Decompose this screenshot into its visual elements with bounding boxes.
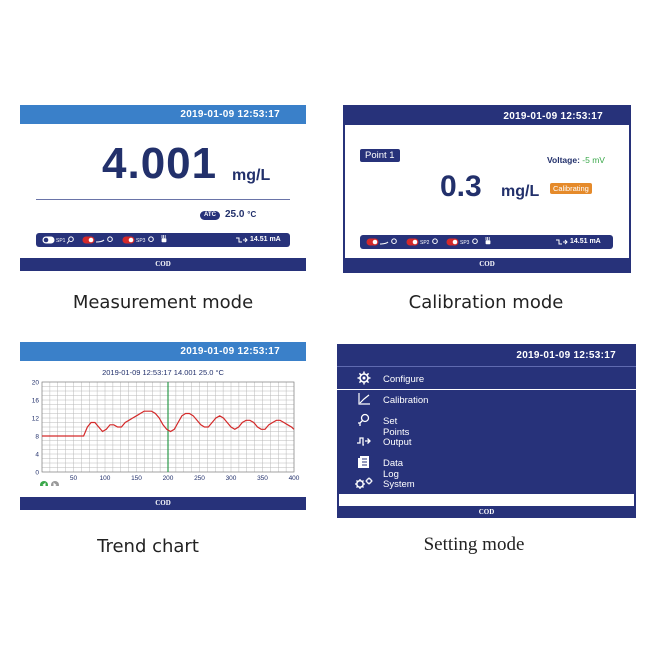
x-tick-label: 300: [226, 475, 237, 482]
datetime: 2019-01-09 12:53:17: [503, 111, 603, 122]
relay-2-icon: SP2: [406, 238, 438, 246]
current-value: 14.51 mA: [250, 236, 281, 243]
calibration-unit: mg/L: [501, 183, 540, 200]
calibration-screen: 2019-01-09 12:53:17 Point 1 Voltage: -5 …: [343, 105, 631, 273]
x-tick-label: 200: [163, 475, 174, 482]
x-tick-label: 350: [257, 475, 268, 482]
trend-screen: 2019-01-09 12:53:17 2019-01-09 12:53:17 …: [20, 342, 306, 510]
menu-label: Output: [383, 437, 412, 448]
trend-chart: 0 4 8 12 16 20 50 100 150 200 250 300 350 400: [32, 380, 300, 486]
x-tick-label: 150: [131, 475, 142, 482]
x-tick-label: 400: [289, 475, 300, 482]
datetime: 2019-01-09 12:53:17: [180, 109, 280, 120]
settings-screen: 2019-01-09 12:53:17 Configure Calibratio…: [337, 344, 636, 518]
y-tick-label: 4: [35, 452, 39, 459]
relay-3-icon: SP3: [122, 236, 154, 244]
calibration-value: 0.3: [440, 170, 482, 203]
temperature-unit: °C: [247, 210, 257, 219]
calibration-point-badge: Point 1: [360, 149, 400, 162]
settings-blank-area: [339, 494, 634, 506]
svg-text:SP1: SP1: [56, 238, 66, 244]
current-output-icon: [556, 239, 568, 245]
settings-header: 2019-01-09 12:53:17: [337, 344, 636, 366]
atc-badge: ATC: [200, 211, 220, 220]
settings-menu: Configure Calibration Set Points Output: [337, 366, 636, 495]
trend-caption: Trend chart: [97, 536, 199, 557]
system-gears-icon: [355, 477, 373, 489]
gear-icon: [357, 371, 371, 385]
current-output-icon: [236, 237, 248, 243]
measurement-unit: mg/L: [232, 167, 271, 184]
measurement-value: 4.001: [102, 139, 218, 188]
measurement-screen: 2019-01-09 12:53:17 4.001 mg/L ATC 25.0 …: [20, 105, 306, 271]
set-points-icon: [358, 413, 370, 426]
voltage-readout: Voltage: -5 mV: [547, 155, 605, 165]
menu-label: Data Log: [383, 458, 404, 480]
y-tick-label: 12: [32, 416, 40, 423]
status-bar: SP1 SP3 14.51 mA: [36, 233, 290, 247]
y-tick-label: 8: [35, 434, 39, 441]
menu-label: System: [383, 479, 415, 490]
x-tick-label: 50: [70, 475, 78, 482]
y-tick-label: 20: [32, 380, 40, 387]
footer-label: COD: [20, 258, 306, 271]
relay-2-icon: [82, 236, 113, 244]
measurement-header: 2019-01-09 12:53:17: [20, 105, 306, 124]
current-value: 14.51 mA: [570, 238, 601, 245]
hand-probe-icon: [161, 235, 167, 243]
trend-header: 2019-01-09 12:53:17: [20, 342, 306, 361]
x-tick-label: 100: [100, 475, 111, 482]
output-signal-icon: [357, 437, 371, 446]
menu-label: Set Points: [383, 416, 410, 438]
svg-text:SP3: SP3: [136, 238, 146, 244]
hand-probe-icon: [485, 237, 491, 245]
menu-label: Configure: [383, 374, 425, 385]
calibration-curve-icon: [358, 393, 370, 405]
svg-text:SP2: SP2: [420, 240, 430, 246]
datetime: 2019-01-09 12:53:17: [180, 346, 280, 357]
relay-1-icon: SP1: [42, 236, 74, 244]
temperature-value: 25.0: [225, 209, 245, 220]
menu-item-configure[interactable]: Configure: [337, 368, 636, 390]
footer-label: COD: [20, 497, 306, 510]
footer-label: COD: [337, 506, 636, 518]
y-tick-label: 16: [32, 398, 40, 405]
calibration-caption: Calibration mode: [408, 292, 564, 313]
menu-label: Calibration: [383, 395, 429, 406]
voltage-label: Voltage:: [547, 155, 580, 165]
data-log-icon: [358, 456, 369, 468]
footer-label: COD: [345, 258, 629, 271]
y-tick-label: 0: [35, 470, 39, 477]
relay-1-icon: [366, 238, 397, 246]
datetime: 2019-01-09 12:53:17: [516, 350, 616, 361]
calibration-header: 2019-01-09 12:53:17: [345, 107, 629, 125]
divider: [36, 199, 290, 200]
voltage-value: -5 mV: [582, 155, 605, 165]
svg-text:SP3: SP3: [460, 240, 470, 246]
temperature-readout: 25.0 °C: [225, 209, 256, 220]
relay-3-icon: SP3: [446, 238, 478, 246]
settings-caption: Setting mode: [423, 534, 525, 555]
x-tick-label: 250: [194, 475, 205, 482]
status-bar: SP2 SP3 14.51 mA: [360, 235, 613, 249]
calibrating-status-badge: Calibrating: [550, 183, 592, 194]
measurement-caption: Measurement mode: [72, 292, 254, 313]
